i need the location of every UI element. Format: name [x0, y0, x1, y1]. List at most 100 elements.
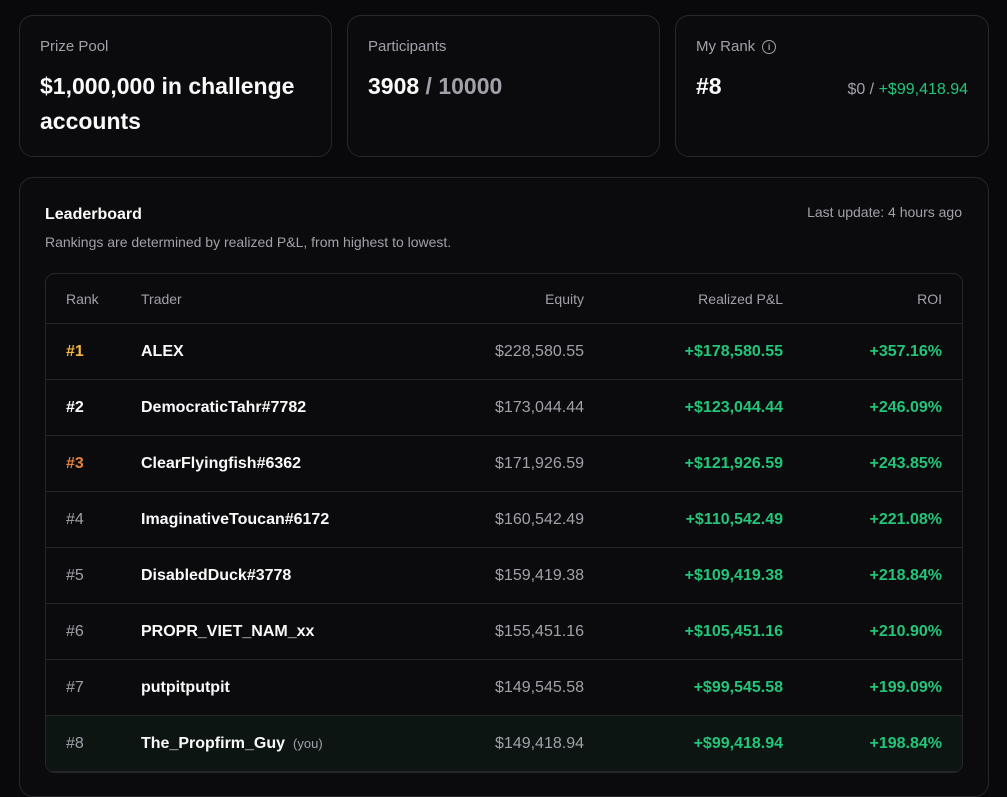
- table-row[interactable]: #4 ImaginativeToucan#6172 $160,542.49 +$110…: [46, 492, 962, 548]
- rank-cell-text: #3: [66, 454, 84, 472]
- table-row-current-user[interactable]: #8 The_Propfirm_Guy (you) $149,418.94 +$99,4…: [46, 716, 962, 772]
- equity-cell: $173,044.44: [401, 399, 584, 417]
- table-header: Rank Trader Equity Realized P&L ROI: [46, 274, 962, 324]
- realized-pnl-cell: +$109,419.38: [584, 567, 783, 585]
- trader-cell-text: The_Propfirm_Guy: [141, 734, 286, 752]
- realized-pnl-cell: +$178,580.55: [584, 343, 783, 361]
- my-rank-card: My Rank i #8 $0 / +$99,418.94: [675, 15, 989, 157]
- realized-pnl-cell-text: +$99,418.94: [693, 734, 783, 752]
- my-rank-row: #8 $0 / +$99,418.94: [696, 69, 968, 104]
- table-row[interactable]: #5 DisabledDuck#3778 $159,419.38 +$109,419.…: [46, 548, 962, 604]
- participants-current: 3908: [368, 73, 420, 99]
- equity-cell-text: $160,542.49: [495, 510, 584, 528]
- equity-cell-text: $171,926.59: [495, 454, 584, 472]
- my-rank-pnl-value: +$99,418.94: [878, 81, 968, 98]
- table-row[interactable]: #2 DemocraticTahr#7782 $173,044.44 +$123,04…: [46, 380, 962, 436]
- equity-cell-text: $159,419.38: [495, 566, 584, 584]
- rank-cell-text: #5: [66, 566, 84, 584]
- realized-pnl-cell: +$110,542.49: [584, 511, 783, 529]
- participants-card: Participants 3908 / 10000: [347, 15, 660, 157]
- trader-cell-text: putpitputpit: [141, 678, 230, 696]
- trader-cell: PROPR_VIET_NAM_xx: [141, 623, 401, 641]
- realized-pnl-cell-text: +$105,451.16: [684, 622, 783, 640]
- rank-cell-text: #7: [66, 678, 84, 696]
- rank-cell: #6: [46, 623, 141, 641]
- roi-cell: +221.08%: [783, 511, 942, 529]
- roi-cell: +199.09%: [783, 679, 942, 697]
- table-body: #1 ALEX $228,580.55 +$178,580.55 +357.16% #2 D…: [46, 324, 962, 772]
- leaderboard-card: Leaderboard Rankings are determined by r…: [19, 177, 989, 797]
- trader-cell: putpitputpit: [141, 679, 401, 697]
- leaderboard-title: Leaderboard: [45, 206, 142, 223]
- realized-pnl-cell: +$121,926.59: [584, 455, 783, 473]
- equity-cell: $149,418.94: [401, 735, 584, 753]
- roi-cell-text: +199.09%: [869, 678, 942, 696]
- prize-pool-value: $1,000,000 in challenge accounts: [40, 73, 295, 134]
- equity-cell-text: $173,044.44: [495, 398, 584, 416]
- roi-cell-text: +221.08%: [869, 510, 942, 528]
- my-rank-value: #8: [696, 73, 722, 99]
- rank-cell: #5: [46, 567, 141, 585]
- participants-total: 10000: [438, 73, 503, 99]
- equity-cell: $171,926.59: [401, 455, 584, 473]
- participants-label: Participants: [368, 38, 447, 55]
- realized-pnl-cell: +$99,545.58: [584, 679, 783, 697]
- rank-cell: #2: [46, 399, 141, 417]
- trader-cell: The_Propfirm_Guy (you): [141, 735, 401, 753]
- table-row[interactable]: #7 putpitputpit $149,545.58 +$99,545.58 +199…: [46, 660, 962, 716]
- equity-cell-text: $155,451.16: [495, 622, 584, 640]
- roi-cell-text: +357.16%: [869, 342, 942, 360]
- realized-pnl-cell-text: +$178,580.55: [684, 342, 783, 360]
- realized-pnl-cell-text: +$110,542.49: [685, 510, 783, 528]
- column-realized-pnl[interactable]: Realized P&L: [584, 291, 783, 307]
- you-tag: (you): [293, 735, 323, 751]
- column-rank[interactable]: Rank: [46, 291, 141, 307]
- roi-cell-text: +198.84%: [869, 734, 942, 752]
- roi-cell-text: +218.84%: [869, 566, 942, 584]
- leaderboard-subtitle: Rankings are determined by realized P&L,…: [45, 234, 452, 250]
- realized-pnl-cell: +$99,418.94: [584, 735, 783, 753]
- table-row[interactable]: #3 ClearFlyingfish#6362 $171,926.59 +$121,9…: [46, 436, 962, 492]
- realized-pnl-cell-text: +$99,545.58: [693, 678, 783, 696]
- table-row[interactable]: #1 ALEX $228,580.55 +$178,580.55 +357.16%: [46, 324, 962, 380]
- rank-cell-text: #6: [66, 622, 84, 640]
- rank-cell: #3: [46, 455, 141, 473]
- my-rank-label: My Rank: [696, 38, 756, 55]
- roi-cell: +198.84%: [783, 735, 942, 753]
- equity-cell: $159,419.38: [401, 567, 584, 585]
- equity-cell: $160,542.49: [401, 511, 584, 529]
- column-roi[interactable]: ROI: [783, 291, 942, 307]
- column-trader[interactable]: Trader: [141, 291, 401, 307]
- trader-cell-text: PROPR_VIET_NAM_xx: [141, 622, 315, 640]
- roi-cell: +218.84%: [783, 567, 942, 585]
- equity-cell: $228,580.55: [401, 343, 584, 361]
- trader-cell: ClearFlyingfish#6362: [141, 455, 401, 473]
- rank-cell-text: #4: [66, 510, 84, 528]
- table-row[interactable]: #6 PROPR_VIET_NAM_xx $155,451.16 +$105,451.…: [46, 604, 962, 660]
- realized-pnl-cell-text: +$109,419.38: [684, 566, 783, 584]
- roi-cell: +210.90%: [783, 623, 942, 641]
- rank-cell-text: #8: [66, 734, 84, 752]
- realized-pnl-cell-text: +$121,926.59: [684, 454, 783, 472]
- trader-cell: DisabledDuck#3778: [141, 567, 401, 585]
- info-icon[interactable]: i: [762, 39, 777, 54]
- last-update: Last update: 4 hours ago: [807, 204, 962, 220]
- prize-pool-card: Prize Pool $1,000,000 in challenge accou…: [19, 15, 332, 157]
- rank-cell: #7: [46, 679, 141, 697]
- rank-cell: #4: [46, 511, 141, 529]
- equity-cell-text: $228,580.55: [495, 342, 584, 360]
- trader-cell-text: ALEX: [141, 342, 184, 360]
- trader-cell-text: DemocraticTahr#7782: [141, 398, 307, 416]
- trader-cell-text: ImaginativeToucan#6172: [141, 510, 330, 528]
- equity-cell: $155,451.16: [401, 623, 584, 641]
- column-equity[interactable]: Equity: [401, 291, 584, 307]
- equity-cell-text: $149,418.94: [495, 734, 584, 752]
- realized-pnl-cell-text: +$123,044.44: [684, 398, 783, 416]
- trader-cell: DemocraticTahr#7782: [141, 399, 401, 417]
- roi-cell-text: +210.90%: [869, 622, 942, 640]
- prize-pool-label: Prize Pool: [40, 38, 109, 55]
- my-rank-pnl: $0 / +$99,418.94: [847, 81, 968, 99]
- realized-pnl-cell: +$123,044.44: [584, 399, 783, 417]
- trader-cell: ImaginativeToucan#6172: [141, 511, 401, 529]
- leaderboard-table: Rank Trader Equity Realized P&L ROI #1 AL…: [45, 273, 963, 773]
